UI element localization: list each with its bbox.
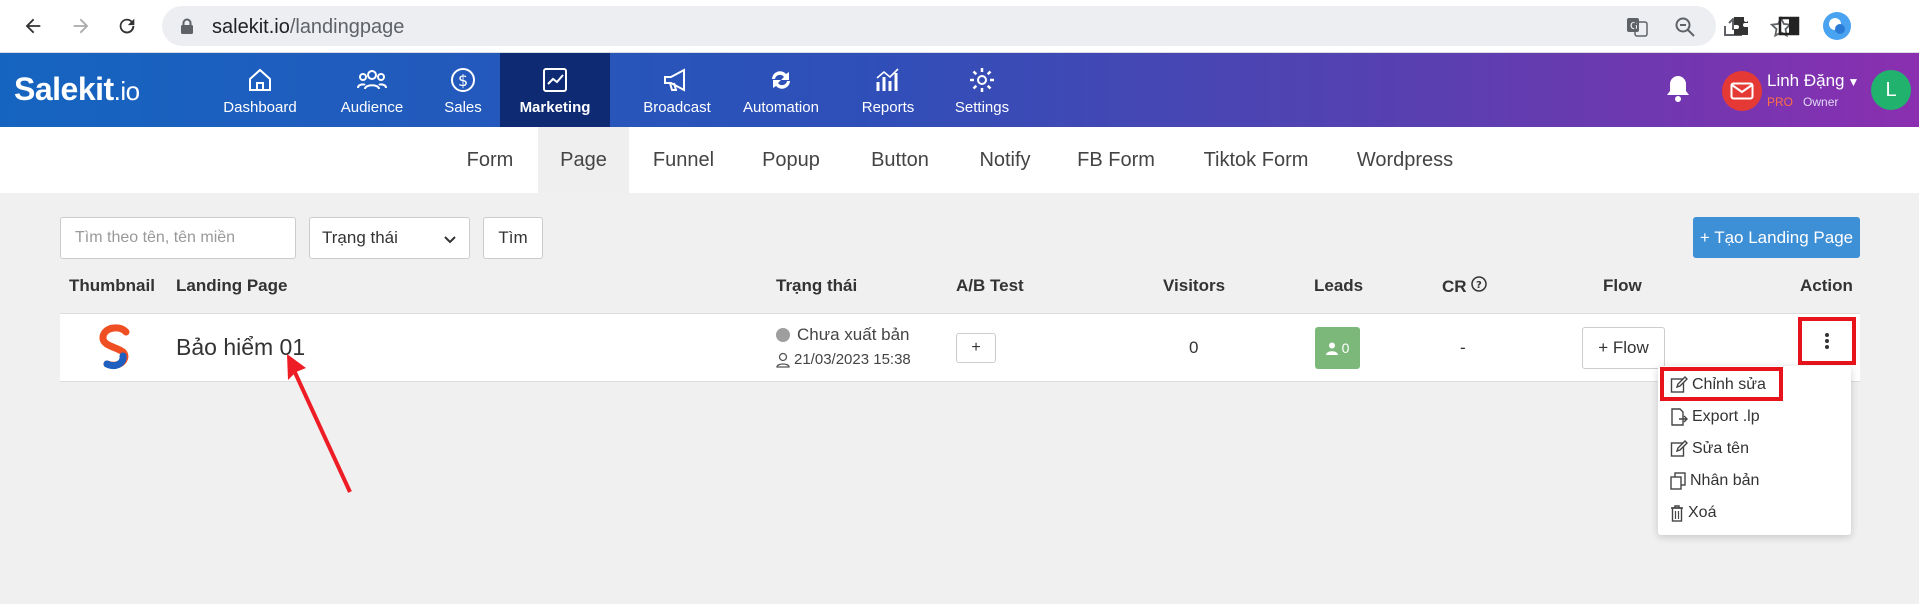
extensions-icon[interactable] — [1728, 11, 1758, 41]
megaphone-icon — [662, 65, 692, 95]
tab-fb-form[interactable]: FB Form — [1070, 127, 1162, 193]
col-flow: Flow — [1603, 276, 1642, 295]
dollar-icon: $ — [448, 65, 478, 95]
menu-item-delete[interactable]: Xoá — [1670, 500, 1716, 526]
created-date: 21/03/2023 15:38 — [776, 351, 911, 368]
tab-page[interactable]: Page — [538, 127, 629, 193]
forward-arrow-icon[interactable] — [66, 11, 96, 41]
help-icon[interactable]: ? — [1470, 276, 1487, 297]
chevron-down-icon — [443, 231, 457, 251]
create-landing-page-button[interactable]: + Tạo Landing Page — [1693, 217, 1860, 258]
url-text: salekit.io/landingpage — [212, 16, 405, 38]
leads-badge[interactable]: 0 — [1315, 327, 1360, 369]
menu-automation[interactable]: Automation — [732, 53, 830, 127]
cr-value: - — [1460, 338, 1466, 357]
tab-form[interactable]: Form — [452, 127, 528, 193]
menu-item-export[interactable]: Export .lp — [1670, 404, 1760, 430]
menu-reports[interactable]: Reports — [848, 53, 928, 127]
home-icon — [245, 65, 275, 95]
menu-broadcast[interactable]: Broadcast — [622, 53, 732, 127]
salekit-logo[interactable]: Salekit.io — [14, 71, 140, 108]
zoom-icon[interactable] — [1674, 16, 1696, 38]
highlight-box — [1660, 367, 1783, 401]
tab-popup[interactable]: Popup — [745, 127, 837, 193]
user-name[interactable]: Linh Đặng ▼ — [1767, 71, 1859, 91]
visitors-count: 0 — [1189, 338, 1199, 357]
col-leads: Leads — [1314, 276, 1364, 295]
user-plan: PRO Owner — [1767, 95, 1839, 109]
menu-settings[interactable]: Settings — [946, 53, 1018, 127]
menu-item-rename[interactable]: Sửa tên — [1670, 436, 1749, 462]
caret-down-icon: ▼ — [1847, 75, 1860, 89]
tab-funnel[interactable]: Funnel — [640, 127, 727, 193]
tab-button[interactable]: Button — [855, 127, 945, 193]
user-icon — [1325, 342, 1338, 355]
bell-icon[interactable] — [1664, 73, 1692, 108]
col-ab-test: A/B Test — [956, 276, 1024, 295]
app-header: Salekit.io Dashboard Audience $ Sales Ma… — [0, 53, 1919, 127]
subtabs-bar: Form Page Funnel Popup Button Notify FB … — [0, 127, 1919, 193]
action-menu-button[interactable] — [1798, 317, 1856, 365]
translate-icon[interactable]: G — [1626, 16, 1648, 38]
rename-icon — [1670, 440, 1688, 457]
ab-test-add-button[interactable]: + — [956, 333, 996, 363]
user-icon — [776, 352, 790, 368]
menu-item-duplicate[interactable]: Nhân bản — [1670, 468, 1759, 494]
col-status: Trạng thái — [776, 276, 858, 295]
back-arrow-icon[interactable] — [18, 11, 48, 41]
mail-icon[interactable] — [1722, 71, 1762, 111]
export-icon — [1671, 408, 1688, 426]
landing-thumbnail — [94, 324, 136, 372]
col-visitors: Visitors — [1163, 276, 1226, 295]
col-action: Action — [1800, 276, 1853, 295]
menu-dashboard[interactable]: Dashboard — [208, 53, 312, 127]
add-flow-button[interactable]: + Flow — [1582, 327, 1665, 369]
status-dot-icon — [776, 328, 790, 342]
kebab-icon — [1825, 333, 1829, 349]
col-cr: CR ? — [1442, 276, 1487, 297]
reload-icon[interactable] — [112, 11, 142, 41]
col-landing-page: Landing Page — [176, 276, 288, 295]
svg-text:$: $ — [458, 71, 468, 90]
col-thumbnail: Thumbnail — [69, 276, 155, 295]
tab-wordpress[interactable]: Wordpress — [1347, 127, 1463, 193]
tab-notify[interactable]: Notify — [965, 127, 1045, 193]
sidepanel-icon[interactable] — [1774, 11, 1804, 41]
menu-marketing[interactable]: Marketing — [500, 53, 610, 127]
avatar[interactable]: L — [1871, 70, 1911, 110]
tab-tiktok-form[interactable]: Tiktok Form — [1192, 127, 1320, 193]
find-button[interactable]: Tìm — [483, 217, 543, 259]
status-badge: Chưa xuất bản — [776, 325, 910, 345]
copy-icon — [1670, 472, 1686, 490]
gear-icon — [967, 65, 997, 95]
svg-text:?: ? — [1476, 280, 1482, 291]
search-input[interactable] — [60, 217, 296, 259]
browser-toolbar: salekit.io/landingpage G — [0, 0, 1919, 53]
menu-audience[interactable]: Audience — [322, 53, 422, 127]
users-icon — [357, 65, 387, 95]
repeat-icon — [766, 65, 796, 95]
status-select[interactable]: Trạng thái — [309, 217, 470, 259]
trash-icon — [1671, 505, 1683, 522]
menu-sales[interactable]: $ Sales — [432, 53, 494, 127]
address-bar[interactable]: salekit.io/landingpage G — [162, 6, 1792, 46]
stats-icon — [873, 65, 903, 95]
chart-icon — [540, 65, 570, 95]
lock-icon — [180, 18, 194, 39]
profile-icon[interactable] — [1822, 11, 1852, 41]
annotation-arrow-icon — [287, 354, 352, 493]
